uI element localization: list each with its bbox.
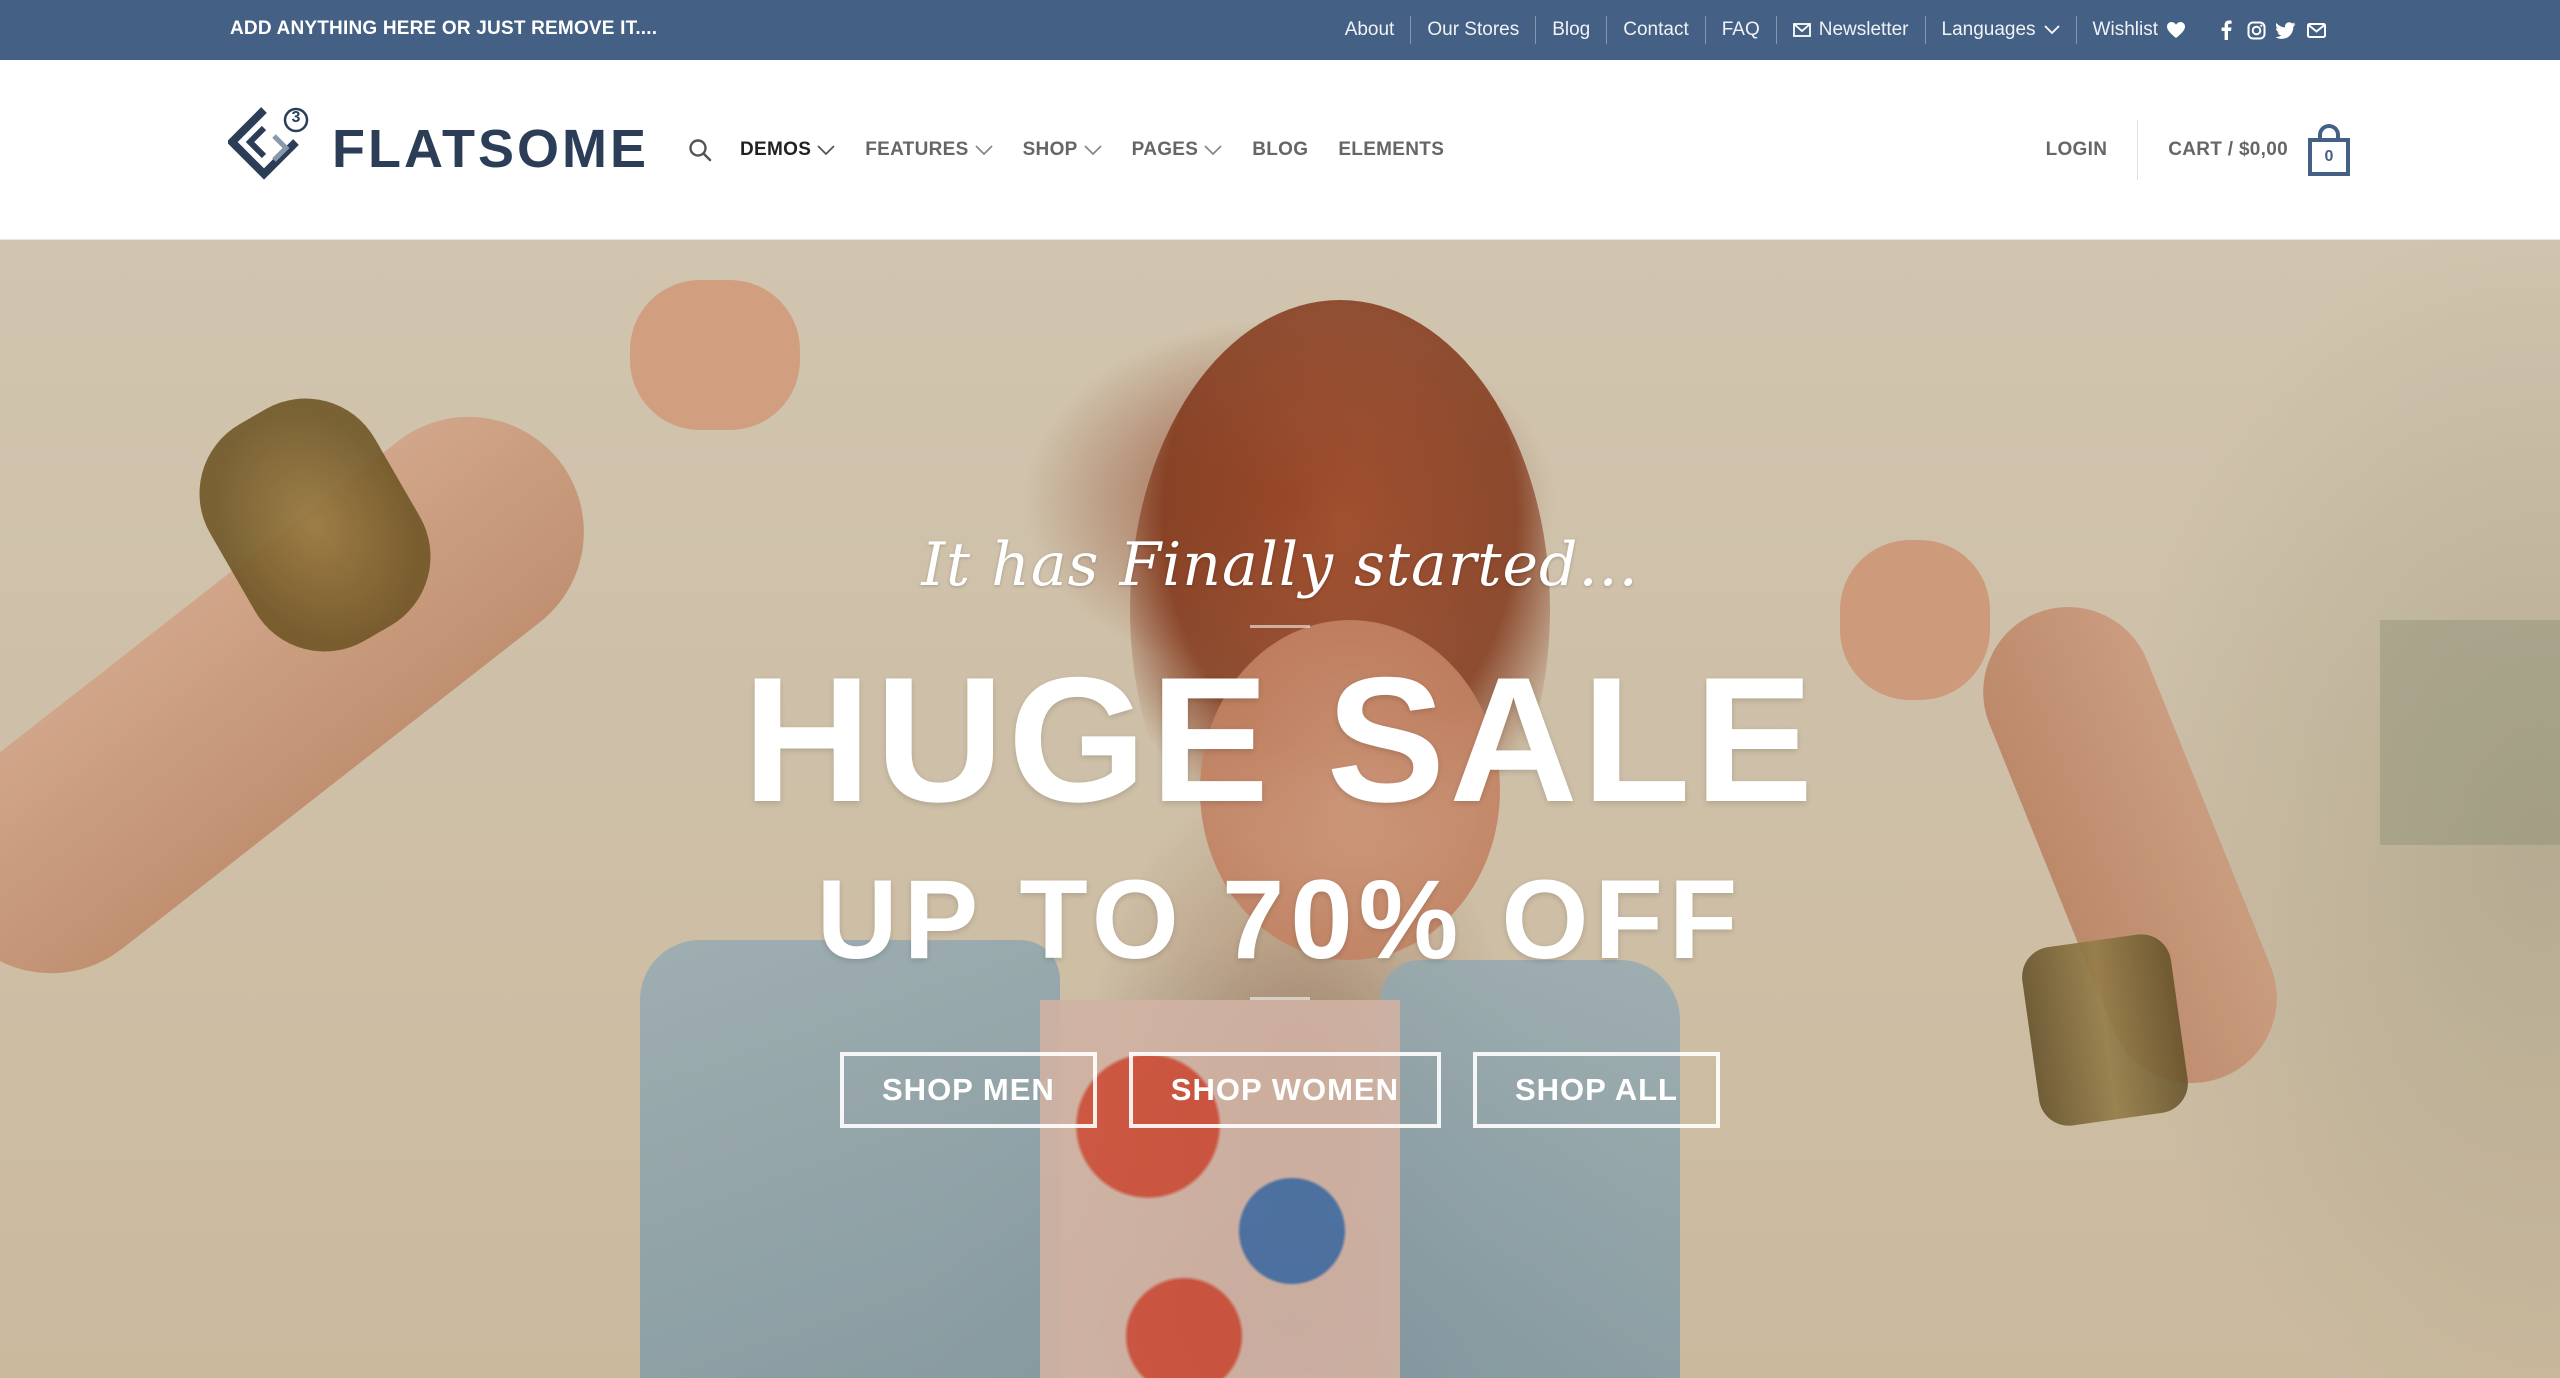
top-link-wishlist[interactable]: Wishlist (2077, 16, 2202, 44)
hero-subtitle: UP TO 70% OFF (816, 857, 1744, 982)
top-link-label: Our Stores (1427, 19, 1520, 40)
top-link-label: Newsletter (1818, 19, 1909, 40)
cart-count-badge: 0 (2308, 138, 2350, 176)
top-link-newsletter[interactable]: Newsletter (1777, 16, 1925, 44)
hero-banner: It has Finally started... HUGE SALE UP T… (0, 240, 2560, 1378)
top-link-faq[interactable]: FAQ (1706, 16, 1776, 44)
login-link[interactable]: LOGIN (2046, 139, 2138, 161)
nav-item-label: PAGES (1131, 139, 1199, 160)
nav-item-label: ELEMENTS (1338, 139, 1445, 160)
hero-content: It has Finally started... HUGE SALE UP T… (0, 240, 2560, 1378)
twitter-icon[interactable] (2276, 20, 2296, 40)
top-link-label: About (1344, 19, 1395, 40)
shop-men-button[interactable]: SHOP MEN (840, 1052, 1097, 1128)
email-icon[interactable] (2306, 20, 2326, 40)
top-bar: ADD ANYTHING HERE OR JUST REMOVE IT.... … (0, 0, 2560, 60)
nav-item-label: BLOG (1252, 139, 1309, 160)
divider (2137, 120, 2139, 180)
nav-item-pages[interactable]: PAGES (1132, 139, 1223, 161)
hero-title: HUGE SALE (742, 640, 1818, 839)
chevron-down-icon (1204, 144, 1222, 155)
top-link-label: Contact (1623, 19, 1689, 40)
header-account-nav: LOGIN CART / $0,00 0 (2046, 60, 2350, 240)
search-icon[interactable] (684, 134, 716, 166)
chevron-down-icon (817, 144, 835, 155)
top-link-label: Wishlist (2092, 19, 2158, 40)
top-bar-promo: ADD ANYTHING HERE OR JUST REMOVE IT.... (230, 18, 658, 39)
main-nav: DEMOS FEATURES SHOP PAGES BLOG ELEMENTS (684, 60, 1474, 240)
top-link-contact[interactable]: Contact (1607, 16, 1704, 44)
top-link-label: Blog (1552, 19, 1591, 40)
social-icons (2202, 20, 2326, 40)
nav-item-demos[interactable]: DEMOS (740, 139, 835, 161)
facebook-icon[interactable] (2216, 20, 2236, 40)
envelope-icon (1792, 23, 1811, 37)
top-link-about[interactable]: About (1329, 16, 1411, 44)
chevron-down-icon (974, 144, 993, 155)
cart-link[interactable]: CART / $0,00 (2168, 139, 2288, 161)
instagram-icon[interactable] (2246, 20, 2266, 40)
site-logo[interactable]: 3 FLATSOME (226, 106, 649, 192)
nav-item-blog[interactable]: BLOG (1252, 139, 1308, 161)
hero-divider (1250, 625, 1310, 628)
top-link-our-stores[interactable]: Our Stores (1411, 16, 1535, 44)
logo-badge: 3 (291, 109, 301, 126)
nav-item-label: FEATURES (865, 139, 969, 160)
nav-item-shop[interactable]: SHOP (1023, 139, 1102, 161)
hero-buttons: SHOP MEN SHOP WOMEN SHOP ALL (0, 1052, 2560, 1128)
nav-item-elements[interactable]: ELEMENTS (1338, 139, 1444, 161)
hero-divider (1250, 997, 1310, 1000)
top-link-label: Languages (1941, 19, 2036, 40)
heart-icon (2167, 22, 2185, 38)
hero-script-heading: It has Finally started... (921, 530, 1639, 600)
top-link-blog[interactable]: Blog (1536, 16, 1606, 44)
main-header: 3 FLATSOME DEMOS FEATURES SHOP PAGES BLO… (0, 60, 2560, 240)
logo-text: FLATSOME (332, 119, 649, 179)
logo-mark-icon: 3 (226, 106, 314, 192)
top-link-languages[interactable]: Languages (1926, 16, 2076, 44)
nav-item-label: DEMOS (740, 139, 812, 160)
shop-women-button[interactable]: SHOP WOMEN (1128, 1052, 1441, 1128)
nav-item-label: SHOP (1022, 139, 1078, 160)
chevron-down-icon (2043, 25, 2060, 35)
chevron-down-icon (1083, 144, 1102, 155)
cart-bag-icon[interactable]: 0 (2308, 124, 2350, 176)
top-bar-nav: About Our Stores Blog Contact FAQ Newsle… (1329, 0, 2326, 60)
nav-item-features[interactable]: FEATURES (865, 139, 993, 161)
top-link-label: FAQ (1721, 19, 1760, 40)
shop-all-button[interactable]: SHOP ALL (1472, 1052, 1720, 1128)
